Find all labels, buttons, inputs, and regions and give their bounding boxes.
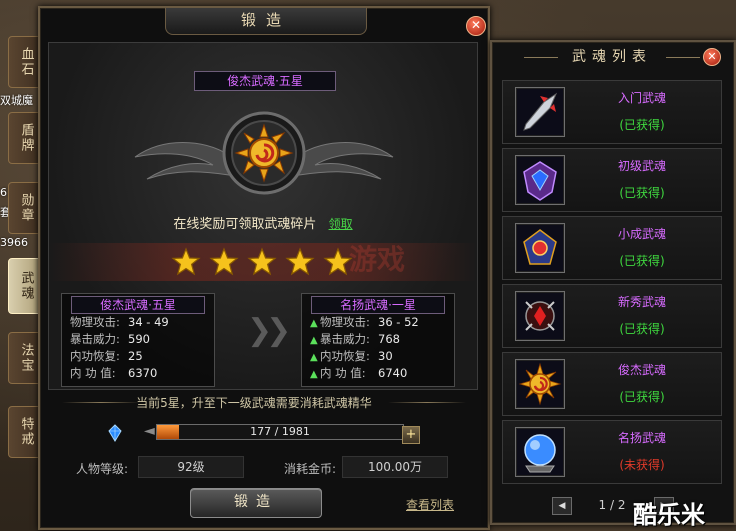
dark-orb-icon [515,291,565,341]
gold-cost-label: 消耗金币: [284,462,337,476]
stat-row: ▲ 内 功 值: 6740 [302,365,454,382]
list-item[interactable]: 俊杰武魂 (已获得) [502,352,722,416]
list-item[interactable]: 小成武魂 (已获得) [502,216,722,280]
watermark: 游戏 [349,243,406,276]
star-icon [323,247,353,276]
star-icon [209,247,239,276]
next-soul-stats: 名扬武魂·一星 ▲ 物理攻击: 36 - 52 ▲ 暴击威力: 768 ▲ 内功恢复: 30… [301,293,455,387]
list-item[interactable]: 初级武魂 (已获得) [502,148,722,212]
prev-page-button[interactable]: ◀ [552,497,572,515]
upgrade-requirement-text: 当前5星，升至下一级武魂需要消耗武魂精华 [136,396,372,410]
stat-row: ▲ 暴击威力: 768 [302,331,454,348]
player-level-label: 人物等级: [76,462,129,476]
claim-link[interactable]: 领取 [329,217,353,231]
soul-status: (已获得) [619,118,665,132]
increase-arrow-icon: ▲ [310,318,318,329]
soul-status: (已获得) [619,186,665,200]
crystal-orb-icon [515,427,565,477]
star-rating [171,247,353,277]
soul-name: 俊杰武魂 [617,363,666,377]
add-essence-button[interactable]: + [402,426,420,444]
list-item[interactable]: 新秀武魂 (已获得) [502,284,722,348]
player-level-value: 92级 [138,456,244,478]
soul-list-panel: 武魂列表 ✕ 入门武魂 (已获得) 初级武魂 (已获得) 小成武魂 (已获得) … [490,40,736,525]
list-item[interactable]: 入门武魂 (已获得) [502,80,722,144]
soul-status: (未获得) [619,458,665,472]
soul-name: 名扬武魂 [617,431,666,445]
site-watermark-logo: 酷乐米 [633,501,705,529]
star-icon [171,247,201,276]
shield-emblem-icon [515,155,565,205]
close-button[interactable]: ✕ [703,48,721,66]
online-reward-text: 在线奖励可领取武魂碎片 领取 [49,213,477,232]
star-icon [247,247,277,276]
stat-row: ▲ 物理攻击: 36 - 52 [302,314,454,331]
stat-row: 内 功 值: 6370 [70,366,158,380]
current-soul-stats: 俊杰武魂·五星 物理攻击: 34 - 49 暴击威力: 590 内功恢复: 25 内 … [61,293,215,387]
next-soul-title: 名扬武魂·一星 [311,296,445,314]
list-title: 武魂列表 [524,46,700,68]
reward-message: 在线奖励可领取武魂碎片 [173,217,317,232]
soul-name: 小成武魂 [617,227,666,241]
close-button[interactable]: ✕ [466,16,486,36]
progress-text: 177 / 1981 [250,425,310,438]
soul-display-area: 俊杰武魂·五星 在线奖励可领取武魂碎片 领取 游戏 俊杰武魂·五星 物理攻击: … [48,42,478,390]
soul-status: (已获得) [619,254,665,268]
star-icon [285,247,315,276]
left-wing-ornament [134,142,229,180]
current-soul-title: 俊杰武魂·五星 [71,296,205,314]
soul-name: 初级武魂 [617,159,666,173]
soul-name: 新秀武魂 [617,295,666,309]
soul-name-label: 俊杰武魂·五星 [194,71,336,91]
soul-status: (已获得) [619,390,665,404]
stat-row: 暴击威力: 590 [70,332,150,346]
gold-cost-value: 100.00万 [342,456,448,478]
window-title: 锻造 [165,8,367,35]
view-list-link[interactable]: 查看列表 [406,496,454,513]
increase-arrow-icon: ▲ [310,335,318,346]
essence-progress-bar: ◄ 177 / 1981 ► [144,422,416,442]
spear-icon [515,87,565,137]
background-text: 3966 [0,236,28,249]
sun-emblem-icon [515,359,565,409]
soul-name: 入门武魂 [617,91,666,105]
soul-essence-gem-icon [108,424,122,442]
background-text: 双城魔 [0,94,33,107]
stat-row: 内功恢复: 25 [70,349,143,363]
upgrade-arrow-icon: ❯❯ [247,313,291,348]
martial-soul-emblem-icon [222,111,306,195]
forge-window: 锻造 ✕ 俊杰武魂·五星 在线奖励可领取武魂碎片 领取 游戏 俊杰武魂·五星 物… [38,6,490,530]
stat-row: 物理攻击: 34 - 49 [70,315,169,329]
increase-arrow-icon: ▲ [310,352,318,363]
soul-status: (已获得) [619,322,665,336]
crest-icon [515,223,565,273]
right-wing-ornament [299,142,394,180]
stat-row: ▲ 内功恢复: 30 [302,348,454,365]
forge-button[interactable]: 锻造 [190,488,322,518]
increase-arrow-icon: ▲ [310,369,318,380]
list-item[interactable]: 名扬武魂 (未获得) [502,420,722,484]
